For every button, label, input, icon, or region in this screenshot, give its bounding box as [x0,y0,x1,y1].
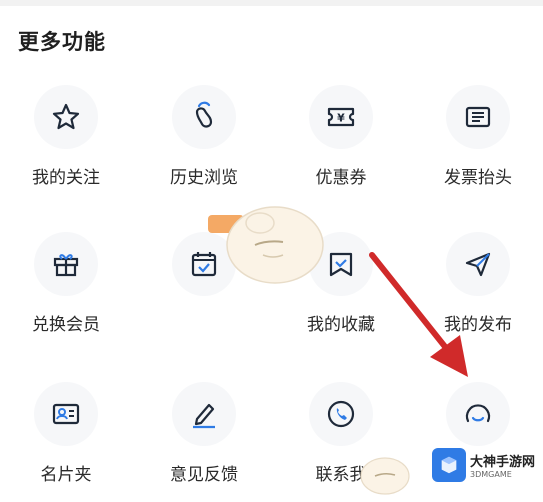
grid-item-label: 优惠券 [315,168,367,188]
svg-text:¥: ¥ [337,112,345,125]
coupon-icon: ¥ [327,107,355,127]
footprint-icon [195,101,213,128]
grid-item-label: 名片夹 [40,465,92,485]
mascot-sticker-small [360,457,410,495]
grid-item-card-holder[interactable]: 名片夹 [6,382,126,502]
site-watermark: 大神手游网 3DMGAME [432,440,543,490]
grid-item-invoice[interactable]: 发票抬头 [418,85,538,205]
mascot-sticker [208,206,324,284]
chat-icon [465,404,491,423]
phone-icon [327,400,355,428]
grid-item-label: 我的关注 [32,168,100,188]
grid-item-my-follow[interactable]: 我的关注 [6,85,126,205]
invoice-icon [465,106,491,128]
watermark-subtitle: 3DMGAME [470,470,512,479]
grid-item-history[interactable]: 历史浏览 [144,85,264,205]
grid-item-redeem-membership[interactable]: 兑换会员 [6,232,126,352]
gift-icon [53,254,79,277]
grid-item-label: 发票抬头 [444,168,512,188]
grid-item-coupon[interactable]: ¥ 优惠券 [281,85,401,205]
pen-icon [193,403,215,429]
grid-item-feedback[interactable]: 意见反馈 [144,382,264,502]
grid-item-label: 兑换会员 [32,315,100,335]
cube-logo-icon [432,448,466,482]
red-arrow-pointer [369,252,468,377]
watermark-title: 大神手游网 [470,455,536,470]
star-icon [52,103,80,130]
grid-item-label: 意见反馈 [170,465,238,485]
grid-item-label: 历史浏览 [170,168,238,188]
id-card-icon [52,403,80,425]
